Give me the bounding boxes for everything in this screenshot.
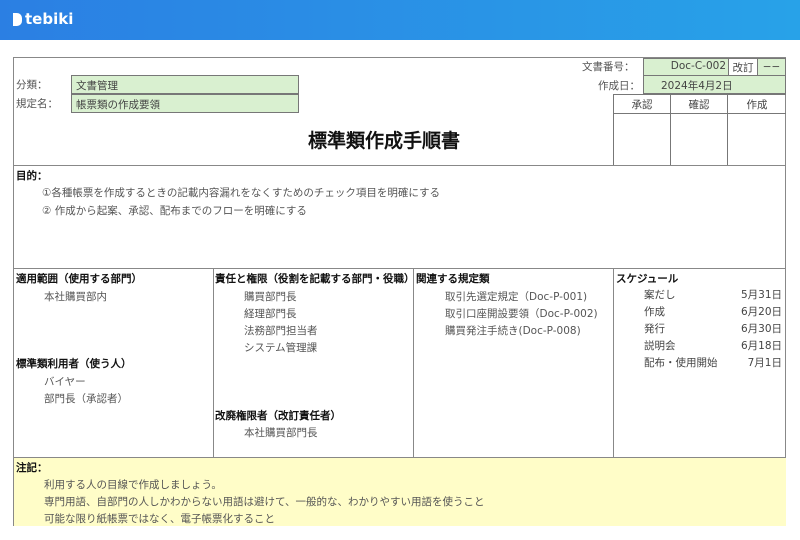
responsibility-item: 購買部門長: [244, 291, 297, 303]
notes-item: 可能な限り紙帳票ではなく、電子帳票化すること: [44, 513, 275, 525]
scope-item: 本社購買部内: [44, 291, 107, 303]
schedule-task: 発行: [644, 323, 665, 335]
related-item: 購買発注手続き(Doc-P-008): [445, 325, 581, 337]
approval-table: 承認 確認 作成: [613, 94, 786, 166]
schedule-row: 発行 6月30日: [644, 321, 782, 338]
approval-header-approve: 承認: [614, 95, 671, 114]
notes-heading: 注記：: [16, 462, 48, 474]
approval-header-create: 作成: [728, 95, 786, 114]
rule-name-value: 帳票類の作成要領: [76, 99, 160, 111]
related-item: 取引先選定規定（Doc-P-001): [445, 291, 588, 303]
created-date-field[interactable]: 2024年4月2日: [643, 75, 786, 94]
scope-heading: 適用範囲（使用する部門）: [16, 273, 142, 285]
revision-field[interactable]: −−: [757, 58, 786, 76]
category-field[interactable]: 文書管理: [71, 75, 299, 94]
created-date-label: 作成日：: [598, 80, 640, 92]
page-title: 標準類作成手順書: [307, 130, 460, 152]
purpose-item: ①各種帳票を作成するときの記載内容漏れをなくすためのチェック項目を明確にする: [42, 187, 441, 199]
doc-number-value: Doc-C-002: [670, 60, 726, 72]
schedule-date: 7月1日: [747, 357, 782, 369]
schedule-row: 案だし 5月31日: [644, 287, 782, 304]
rule-name-field[interactable]: 帳票類の作成要領: [71, 94, 299, 113]
schedule-date: 5月31日: [740, 289, 782, 301]
logo-icon: [13, 12, 22, 26]
revision-authority-item: 本社購買部門長: [244, 427, 318, 439]
schedule-row: 作成 6月20日: [644, 304, 782, 321]
top-bar: tebiki: [0, 0, 800, 40]
schedule-date: 6月18日: [740, 340, 782, 352]
schedule-date: 6月30日: [740, 323, 782, 335]
responsibility-heading: 責任と権限（役割を記載する部門・役職）: [215, 273, 415, 285]
responsibility-item: 経理部門長: [244, 308, 297, 320]
notes-item: 利用する人の目線で作成しましょう。: [44, 479, 222, 491]
doc-number-field[interactable]: Doc-C-002: [643, 58, 729, 76]
document-sheet: 分類： 文書管理 規定名： 帳票類の作成要領 文書番号： Doc-C-002 改…: [13, 57, 786, 526]
category-label: 分類：: [16, 79, 48, 91]
check-stamp-box[interactable]: [671, 114, 728, 166]
responsibility-item: 法務部門担当者: [244, 325, 318, 337]
notes-item: 専門用語、自部門の人しかわからない用語は避けて、一般的な、わかりやすい用語を使う…: [44, 496, 485, 508]
schedule-task: 説明会: [644, 340, 676, 352]
related-item: 取引口座開設要領（Doc-P-002): [445, 308, 598, 320]
responsibility-item: システム管理課: [244, 342, 318, 354]
brand-name: tebiki: [25, 10, 74, 28]
approve-stamp-box[interactable]: [614, 114, 671, 166]
doc-number-label: 文書番号：: [582, 61, 635, 73]
revision-label: 改訂: [728, 58, 758, 76]
schedule-row: 説明会 6月18日: [644, 338, 782, 355]
schedule-list: 案だし 5月31日 作成 6月20日 発行 6月30日 説明会 6月18日 配布・使用開…: [644, 287, 782, 372]
brand-logo[interactable]: tebiki: [13, 10, 73, 28]
schedule-date: 6月20日: [740, 306, 782, 318]
users-heading: 標準類利用者（使う人）: [16, 358, 132, 370]
users-item: 部門長（承認者）: [44, 393, 128, 405]
schedule-heading: スケジュール: [616, 273, 679, 285]
schedule-task: 案だし: [644, 289, 676, 301]
purpose-item: ② 作成から起案、承認、配布までのフローを明確にする: [42, 205, 307, 217]
revision-authority-heading: 改廃権限者（改訂責任者）: [215, 410, 341, 422]
notes-section: 注記： 利用する人の目線で作成しましょう。 専門用語、自部門の人しかわからない用…: [14, 457, 786, 526]
schedule-row: 配布・使用開始 7月1日: [644, 355, 782, 372]
rule-name-label: 規定名：: [16, 98, 58, 110]
create-stamp-box[interactable]: [728, 114, 786, 166]
created-date-value: 2024年4月2日: [661, 80, 733, 92]
users-item: バイヤー: [44, 376, 86, 388]
approval-header-check: 確認: [671, 95, 728, 114]
schedule-task: 配布・使用開始: [644, 357, 718, 369]
related-heading: 関連する規定類: [416, 273, 490, 285]
category-value: 文書管理: [76, 80, 118, 92]
schedule-task: 作成: [644, 306, 665, 318]
purpose-heading: 目的：: [16, 170, 48, 182]
